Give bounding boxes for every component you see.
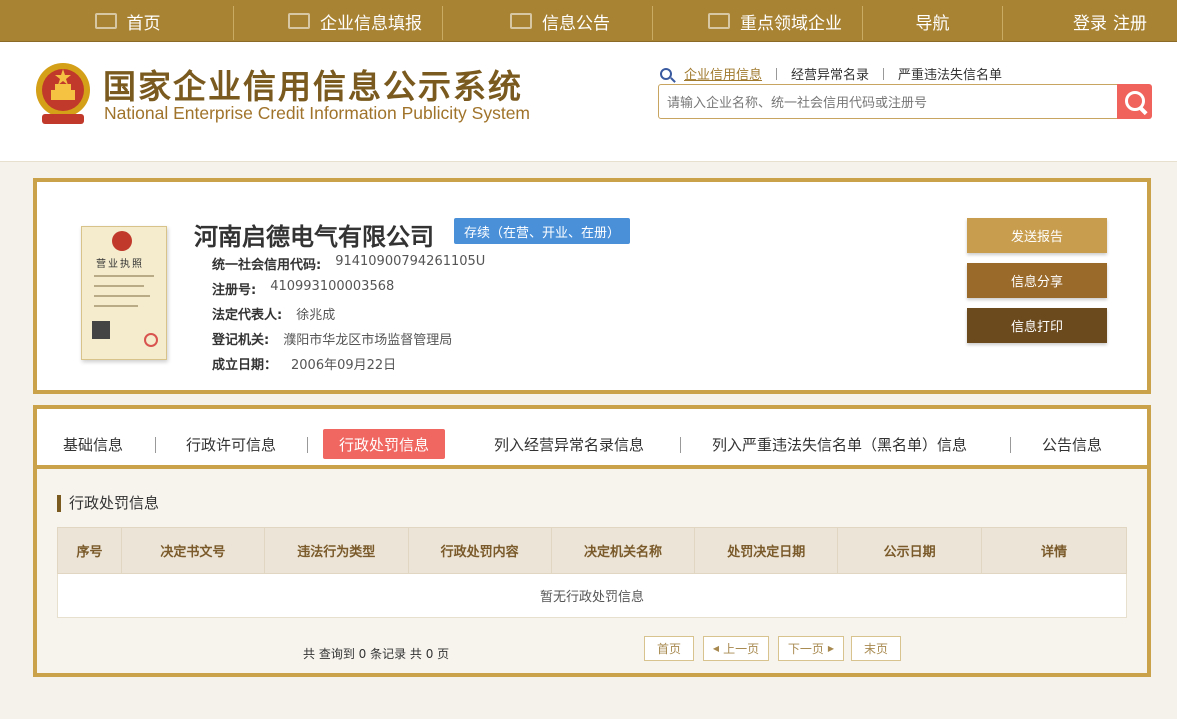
- search-button[interactable]: [1117, 84, 1152, 119]
- print-info-button[interactable]: 信息打印: [967, 308, 1107, 343]
- nav-enterprise-report[interactable]: 企业信息填报: [270, 0, 440, 42]
- document-icon: [510, 13, 532, 29]
- info-value: 濮阳市华龙区市场监督管理局: [283, 333, 453, 348]
- info-authority: 登记机关: 濮阳市华龙区市场监督管理局: [212, 329, 452, 348]
- qr-code-icon: [92, 321, 110, 339]
- site-title: 国家企业信用信息公示系统: [103, 67, 523, 106]
- site-subtitle: National Enterprise Credit Information P…: [104, 103, 531, 123]
- search-tab-blacklist[interactable]: 严重违法失信名单: [884, 64, 1016, 83]
- info-credit-code: 统一社会信用代码: 91410900794261105U: [212, 254, 485, 273]
- pager-prev-button[interactable]: ◀ 上一页: [703, 636, 769, 661]
- search-input[interactable]: 请输入企业名称、统一社会信用代码或注册号: [658, 84, 1118, 119]
- col-publish-date: 公示日期: [837, 527, 983, 574]
- emblem-icon: [112, 231, 132, 251]
- nav-divider: [233, 6, 234, 40]
- info-value: 410993100003568: [270, 279, 395, 294]
- nav-key-sector[interactable]: 重点领域企业: [690, 0, 860, 42]
- edit-icon: [288, 13, 310, 29]
- nav-divider: [652, 6, 653, 40]
- nav-announcement-label: 信息公告: [542, 13, 610, 34]
- company-card: 营业执照 河南启德电气有限公司 存续（在营、开业、在册） 统一社会信用代码: 9…: [33, 178, 1151, 394]
- info-tab-bar: 基础信息 行政许可信息 行政处罚信息 列入经营异常名录信息 列入严重违法失信名单…: [37, 409, 1147, 469]
- top-nav: 首页 企业信息填报 信息公告 重点领域企业 导航 登录 注册: [0, 0, 1177, 42]
- info-label: 统一社会信用代码:: [212, 258, 322, 273]
- table-row: 暂无行政处罚信息: [57, 573, 1127, 618]
- search-tab-abnormal[interactable]: 经营异常名录: [777, 64, 883, 83]
- col-details: 详情: [981, 527, 1127, 574]
- empty-message: 暂无行政处罚信息: [57, 573, 1127, 618]
- chevron-right-icon: ▶: [827, 644, 835, 653]
- info-label: 成立日期：: [212, 358, 278, 373]
- info-reg-number: 注册号: 410993100003568: [212, 279, 394, 298]
- info-value: 2006年09月22日: [291, 358, 397, 373]
- col-violation-type: 违法行为类型: [263, 527, 409, 574]
- tab-divider: [155, 437, 156, 453]
- monitor-icon: [94, 13, 117, 29]
- col-penalty-content: 行政处罚内容: [407, 527, 552, 574]
- col-decision-date: 处罚决定日期: [694, 527, 839, 574]
- nav-home-label: 首页: [126, 13, 161, 34]
- register-link[interactable]: 注册: [1113, 9, 1147, 34]
- info-label: 法定代表人:: [212, 308, 283, 323]
- tab-license-info[interactable]: 行政许可信息: [186, 429, 276, 459]
- nav-guide[interactable]: 导航: [900, 0, 965, 42]
- tab-announcement[interactable]: 公告信息: [1042, 429, 1102, 459]
- info-value: 91410900794261105U: [335, 254, 486, 269]
- nav-divider: [1002, 6, 1003, 40]
- share-info-button[interactable]: 信息分享: [967, 263, 1107, 298]
- tab-penalty-info[interactable]: 行政处罚信息: [323, 429, 446, 459]
- license-text-line: [94, 275, 154, 277]
- login-register: 登录 注册: [1067, 0, 1147, 42]
- tab-basic-info[interactable]: 基础信息: [63, 429, 123, 459]
- info-tabs-panel: 基础信息 行政许可信息 行政处罚信息 列入经营异常名录信息 列入严重违法失信名单…: [33, 405, 1151, 677]
- search-tab-credit[interactable]: 企业信用信息: [684, 64, 776, 83]
- section-title: 行政处罚信息: [57, 495, 159, 512]
- speaker-icon: [708, 13, 730, 29]
- license-text-line: [94, 295, 150, 297]
- tab-abnormal-list[interactable]: 列入经营异常名录信息: [494, 429, 644, 459]
- stamp-icon: [144, 333, 158, 347]
- info-label: 登记机关:: [212, 333, 270, 348]
- col-index: 序号: [57, 527, 122, 574]
- info-legal-rep: 法定代表人: 徐兆成: [212, 304, 335, 323]
- nav-enterprise-report-label: 企业信息填报: [320, 13, 422, 34]
- nav-home[interactable]: 首页: [60, 0, 195, 42]
- pager-next-button[interactable]: 下一页 ▶: [778, 636, 844, 661]
- penalty-content: 行政处罚信息 序号 决定书文号 违法行为类型 行政处罚内容 决定机关名称 处罚决…: [37, 469, 1147, 673]
- nav-key-sector-label: 重点领域企业: [740, 13, 842, 34]
- status-badge: 存续（在营、开业、在册）: [454, 218, 631, 244]
- license-title: 营业执照: [96, 259, 144, 270]
- nav-divider: [442, 6, 443, 40]
- col-authority: 决定机关名称: [550, 527, 696, 574]
- business-license-image[interactable]: 营业执照: [81, 226, 167, 360]
- national-emblem-icon: [36, 63, 90, 124]
- info-label: 注册号:: [212, 283, 257, 298]
- pager-info: 共 查询到 0 条记录 共 0 页: [303, 647, 450, 661]
- nav-announcement[interactable]: 信息公告: [490, 0, 630, 42]
- license-text-line: [94, 285, 144, 287]
- pager-first-button[interactable]: 首页: [644, 636, 694, 661]
- search-icon: [660, 67, 672, 80]
- login-link[interactable]: 登录: [1073, 9, 1107, 34]
- table-header-row: 序号 决定书文号 违法行为类型 行政处罚内容 决定机关名称 处罚决定日期 公示日…: [57, 527, 1127, 574]
- tab-divider: [680, 437, 681, 453]
- tab-divider: [307, 437, 308, 453]
- col-doc-number: 决定书文号: [120, 527, 265, 574]
- tab-blacklist[interactable]: 列入严重违法失信名单（黑名单）信息: [712, 429, 967, 459]
- nav-divider: [862, 6, 863, 40]
- site-header: 国家企业信用信息公示系统 National Enterprise Credit …: [0, 42, 1177, 162]
- send-report-button[interactable]: 发送报告: [967, 218, 1107, 253]
- company-name: 河南启德电气有限公司: [194, 223, 434, 251]
- info-value: 徐兆成: [296, 308, 336, 323]
- tab-divider: [1010, 437, 1011, 453]
- info-established-date: 成立日期： 2006年09月22日: [212, 354, 396, 373]
- license-text-line: [94, 305, 138, 307]
- pager-prev-label: 上一页: [723, 642, 760, 656]
- search-type-tabs: 企业信用信息 经营异常名录 严重违法失信名单: [660, 64, 1016, 83]
- pager-last-button[interactable]: 末页: [851, 636, 901, 661]
- nav-guide-label: 导航: [915, 13, 950, 34]
- pager-next-label: 下一页: [787, 642, 824, 656]
- penalty-table: 序号 决定书文号 违法行为类型 行政处罚内容 决定机关名称 处罚决定日期 公示日…: [57, 527, 1127, 618]
- chevron-left-icon: ◀: [712, 644, 720, 653]
